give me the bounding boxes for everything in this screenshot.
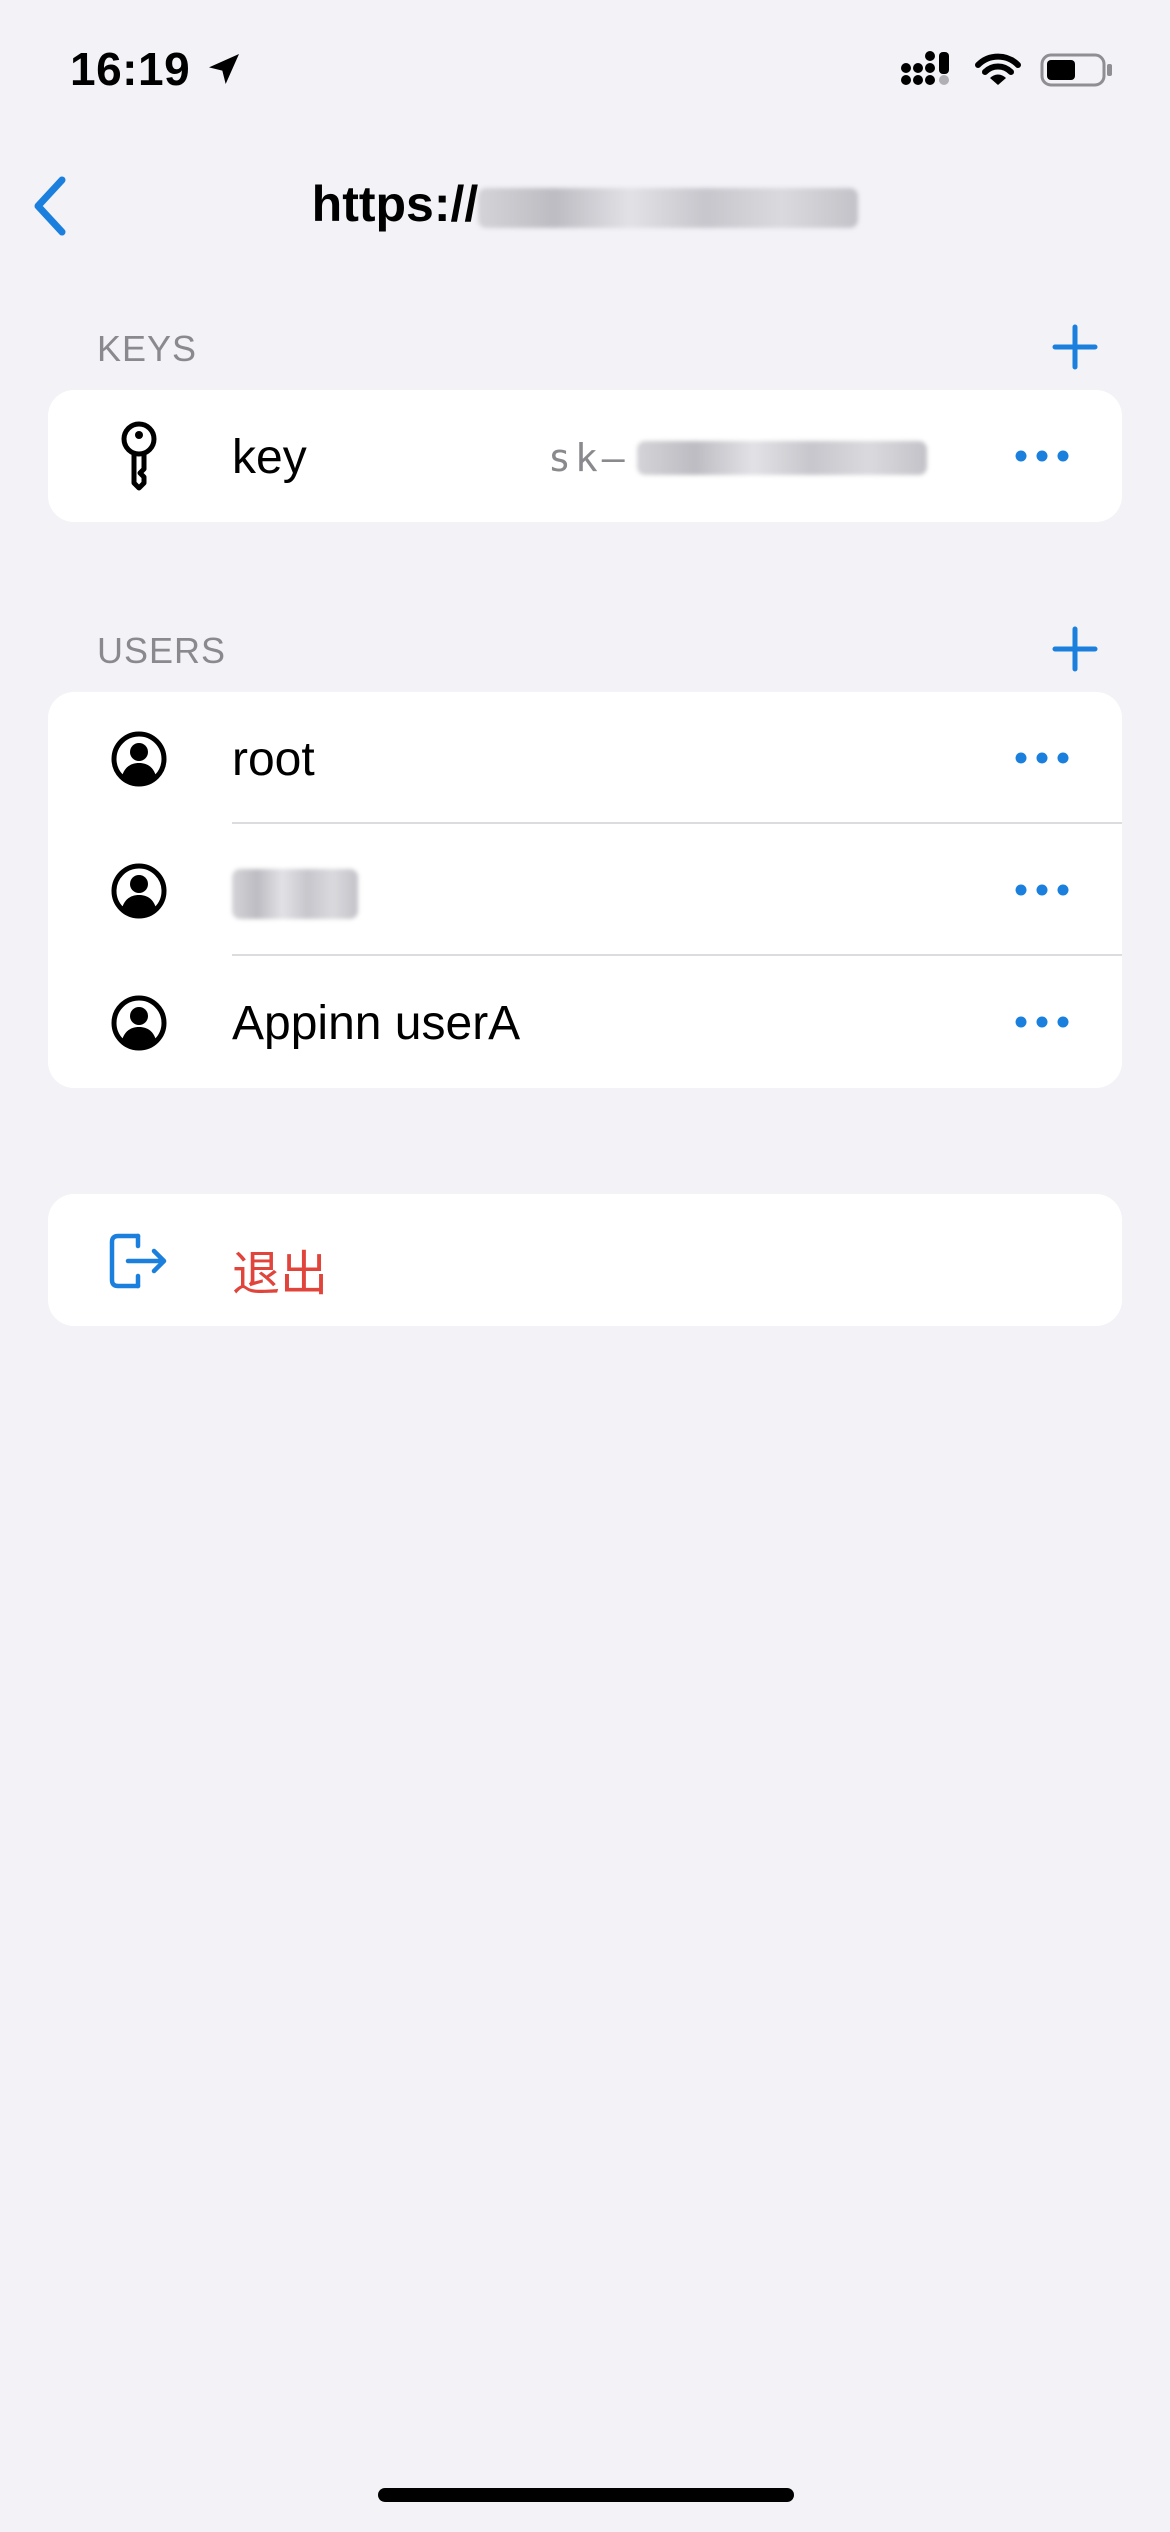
logout-card: 退出 bbox=[48, 1194, 1122, 1326]
key-value: sk– bbox=[548, 436, 927, 480]
status-time-text: 16:19 bbox=[70, 43, 191, 95]
user-more-button[interactable] bbox=[1012, 736, 1072, 780]
keys-card: key sk– bbox=[48, 390, 1122, 522]
user-row[interactable]: root bbox=[48, 692, 1122, 824]
key-icon bbox=[108, 421, 170, 491]
status-icons bbox=[900, 50, 1114, 90]
redacted-key bbox=[636, 441, 927, 475]
person-circle-icon bbox=[108, 728, 170, 790]
key-row[interactable]: key sk– bbox=[48, 390, 1122, 522]
user-label: root bbox=[232, 733, 315, 786]
plus-icon bbox=[1052, 324, 1098, 370]
keys-section-header: KEYS bbox=[97, 328, 198, 369]
person-circle-icon bbox=[108, 992, 170, 1054]
key-more-button[interactable] bbox=[1012, 434, 1072, 478]
users-card: root Appinn userA bbox=[48, 692, 1122, 1088]
ellipsis-icon bbox=[1015, 752, 1069, 764]
cellular-signal-icon bbox=[900, 50, 956, 90]
location-arrow-icon bbox=[204, 49, 244, 89]
user-more-button[interactable] bbox=[1012, 1000, 1072, 1044]
logout-icon bbox=[108, 1230, 170, 1292]
redacted-username bbox=[232, 869, 358, 920]
wifi-icon bbox=[974, 51, 1022, 89]
page-title: https:// bbox=[0, 175, 1170, 233]
logout-button[interactable]: 退出 bbox=[48, 1194, 1122, 1326]
add-user-button[interactable] bbox=[1050, 624, 1100, 674]
users-section-header: USERS bbox=[97, 630, 227, 671]
redacted-url bbox=[478, 187, 859, 228]
key-value-prefix: sk– bbox=[548, 436, 629, 480]
page-title-prefix: https:// bbox=[311, 176, 479, 232]
user-label: Appinn userA bbox=[232, 997, 521, 1050]
battery-icon bbox=[1040, 52, 1114, 88]
ellipsis-icon bbox=[1015, 884, 1069, 896]
key-label: key bbox=[232, 431, 307, 484]
user-more-button[interactable] bbox=[1012, 868, 1072, 912]
home-indicator[interactable] bbox=[378, 2488, 794, 2502]
user-row[interactable]: Appinn userA bbox=[48, 956, 1122, 1088]
ellipsis-icon bbox=[1015, 1016, 1069, 1028]
ellipsis-icon bbox=[1015, 450, 1069, 462]
plus-icon bbox=[1052, 626, 1098, 672]
add-key-button[interactable] bbox=[1050, 322, 1100, 372]
logout-label: 退出 bbox=[232, 1248, 329, 1301]
person-circle-icon bbox=[108, 860, 170, 922]
user-label bbox=[232, 864, 358, 920]
user-row[interactable] bbox=[48, 824, 1122, 956]
status-time: 16:19 bbox=[70, 42, 244, 96]
